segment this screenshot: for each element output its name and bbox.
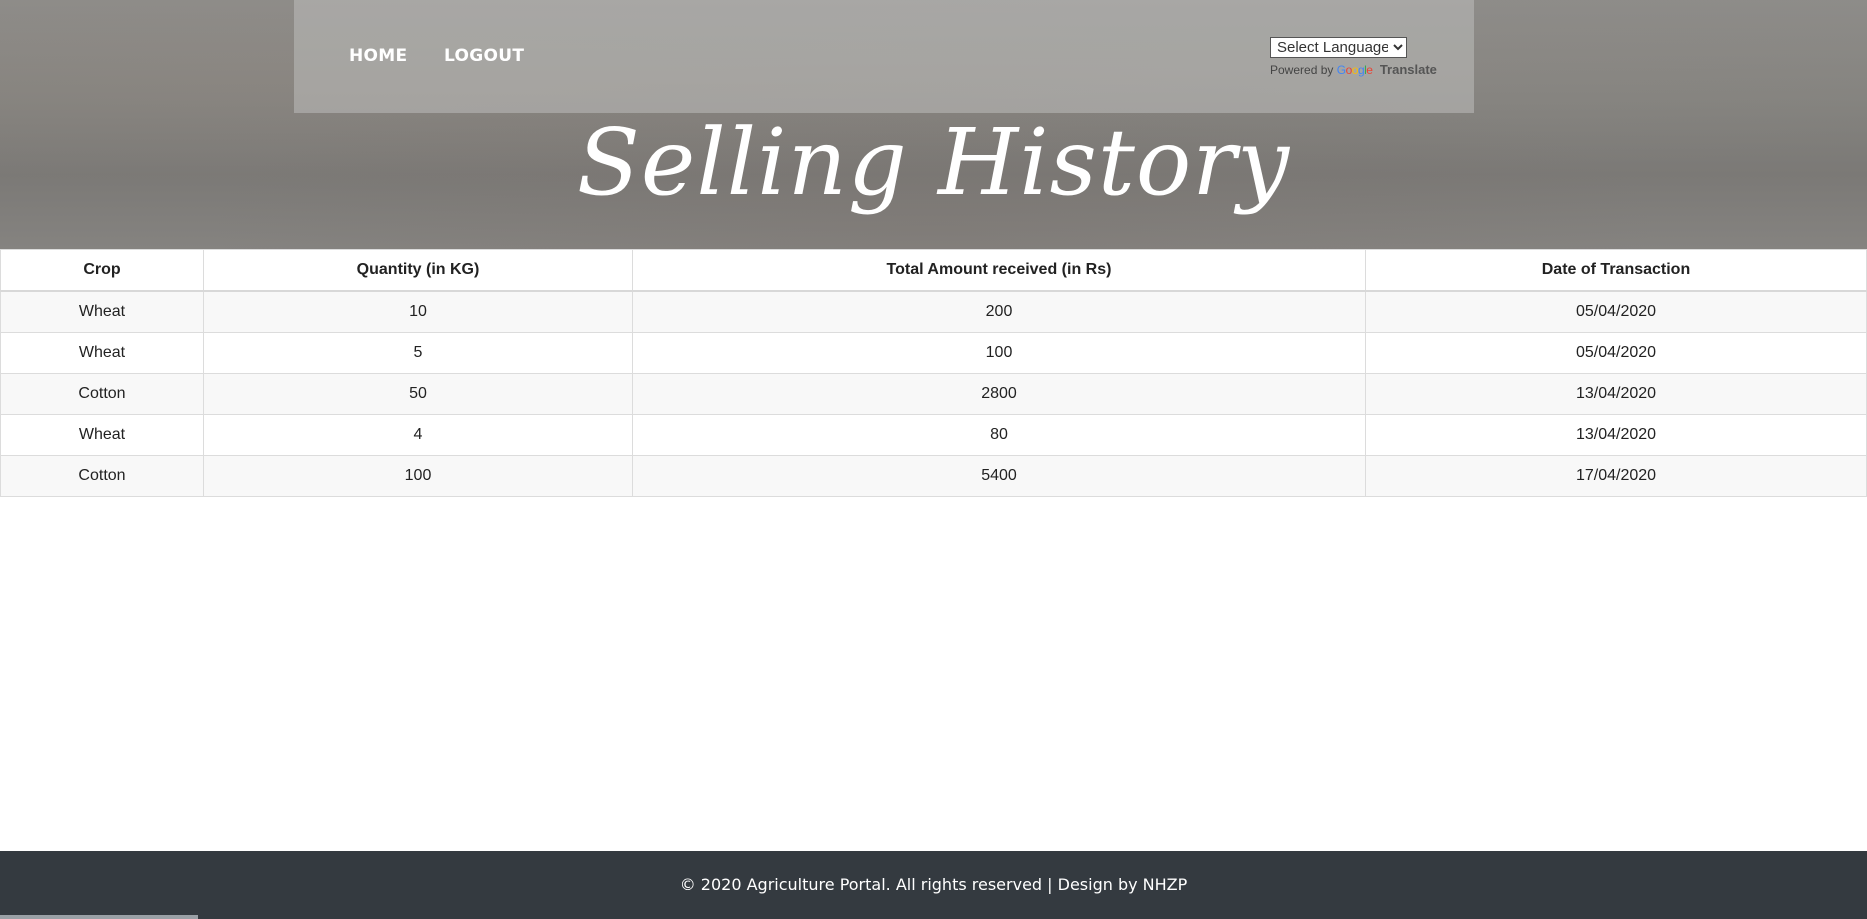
table-row: Cotton 50 2800 13/04/2020 xyxy=(0,373,1867,415)
cell-amount: 80 xyxy=(632,414,1366,456)
header-quantity: Quantity (in KG) xyxy=(203,249,633,292)
cell-date: 05/04/2020 xyxy=(1365,332,1867,374)
cell-amount: 5400 xyxy=(632,455,1366,497)
powered-by-label: Powered by xyxy=(1270,63,1334,77)
cell-amount: 200 xyxy=(632,290,1366,333)
selling-history-table: Crop Quantity (in KG) Total Amount recei… xyxy=(0,249,1867,497)
cell-amount: 2800 xyxy=(632,373,1366,415)
language-select[interactable]: Select Language xyxy=(1270,37,1407,58)
cell-quantity: 4 xyxy=(203,414,633,456)
table-row: Wheat 10 200 05/04/2020 xyxy=(0,290,1867,333)
cell-crop: Cotton xyxy=(0,373,204,415)
google-translate-widget: Select Language Powered by Google Transl… xyxy=(1270,37,1437,77)
footer-designer-link[interactable]: NHZP xyxy=(1143,875,1188,894)
cell-crop: Cotton xyxy=(0,455,204,497)
hero-banner: HOME LOGOUT Select Language Powered by G… xyxy=(0,0,1867,249)
navbar: HOME LOGOUT Select Language Powered by G… xyxy=(294,0,1474,113)
table-header-row: Crop Quantity (in KG) Total Amount recei… xyxy=(0,249,1867,292)
footer: © 2020 Agriculture Portal. All rights re… xyxy=(0,851,1867,919)
header-total-amount: Total Amount received (in Rs) xyxy=(632,249,1366,292)
cell-date: 05/04/2020 xyxy=(1365,290,1867,333)
footer-copyright: © 2020 Agriculture Portal. All rights re… xyxy=(679,875,1138,894)
cell-quantity: 5 xyxy=(203,332,633,374)
cell-crop: Wheat xyxy=(0,290,204,333)
cell-crop: Wheat xyxy=(0,332,204,374)
table-row: Wheat 4 80 13/04/2020 xyxy=(0,414,1867,456)
cell-quantity: 50 xyxy=(203,373,633,415)
cell-amount: 100 xyxy=(632,332,1366,374)
selling-history-table-wrap: Crop Quantity (in KG) Total Amount recei… xyxy=(0,249,1867,497)
cell-date: 17/04/2020 xyxy=(1365,455,1867,497)
cell-quantity: 100 xyxy=(203,455,633,497)
nav-logout-link[interactable]: LOGOUT xyxy=(444,46,524,66)
page-title: Selling History xyxy=(576,109,1291,216)
cell-quantity: 10 xyxy=(203,290,633,333)
cell-date: 13/04/2020 xyxy=(1365,414,1867,456)
header-crop: Crop xyxy=(0,249,204,292)
nav-home-link[interactable]: HOME xyxy=(349,46,407,66)
powered-by-google: Powered by Google Translate xyxy=(1270,62,1437,77)
cell-date: 13/04/2020 xyxy=(1365,373,1867,415)
translate-link[interactable]: Translate xyxy=(1380,62,1437,77)
table-row: Cotton 100 5400 17/04/2020 xyxy=(0,455,1867,497)
header-date: Date of Transaction xyxy=(1365,249,1867,292)
horizontal-scrollbar[interactable] xyxy=(0,915,198,919)
google-logo-icon: Google xyxy=(1336,63,1373,77)
table-row: Wheat 5 100 05/04/2020 xyxy=(0,332,1867,374)
cell-crop: Wheat xyxy=(0,414,204,456)
